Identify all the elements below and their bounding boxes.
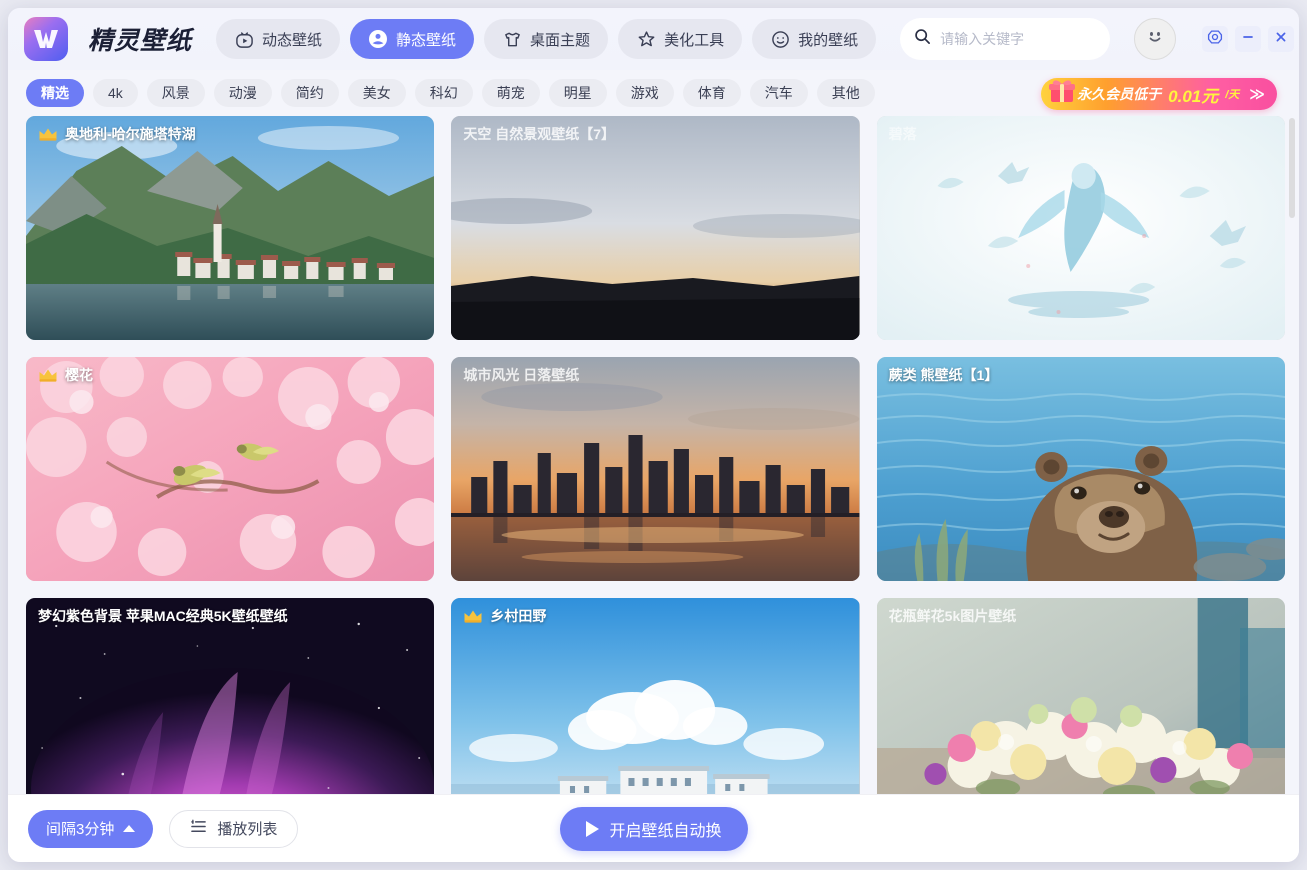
tab-my-wallpaper[interactable]: 我的壁纸 bbox=[752, 19, 877, 59]
wallpaper-thumbnail bbox=[876, 598, 1285, 794]
tab-label: 桌面主题 bbox=[530, 31, 591, 49]
search-box[interactable] bbox=[900, 18, 1111, 60]
tab-label: 动态壁纸 bbox=[262, 31, 323, 49]
gift-box-icon bbox=[1045, 74, 1079, 108]
app-window: 精灵壁纸 动态壁纸 静态壁纸 桌面主题 美化工具 我的壁纸 请输入关键字 精选 … bbox=[8, 8, 1299, 862]
search-icon bbox=[914, 28, 931, 50]
category-chip-sports[interactable]: 体育 bbox=[682, 79, 741, 107]
page-title: 精灵壁纸 bbox=[88, 27, 193, 55]
gear-icon bbox=[1207, 29, 1223, 50]
category-filter-bar: 精选 4k 风景 动漫 简约 美女 科幻 萌宠 明星 游戏 体育 汽车 其他 永… bbox=[8, 70, 1299, 116]
category-chip-featured[interactable]: 精选 bbox=[26, 79, 84, 107]
category-chip-other[interactable]: 其他 bbox=[816, 79, 875, 107]
avatar[interactable] bbox=[1134, 18, 1177, 60]
wallpaper-thumbnail bbox=[451, 598, 860, 794]
vip-promo-banner[interactable]: 永久会员低于 0.01元 /天 ≫ bbox=[1041, 78, 1277, 110]
wallpaper-card[interactable]: 天空 自然景观壁纸【7】 bbox=[451, 116, 860, 340]
wallpaper-card[interactable]: 奥地利-哈尔施塔特湖 bbox=[26, 116, 435, 340]
wallpaper-grid: 奥地利-哈尔施塔特湖 天空 自然景观壁纸【7】 碧落 樱花 城市风光 日落壁纸 … bbox=[26, 116, 1285, 794]
wallpaper-card[interactable]: 樱花 bbox=[26, 357, 435, 581]
search-input[interactable] bbox=[940, 31, 1097, 47]
wallpaper-thumbnail bbox=[451, 357, 860, 581]
list-icon bbox=[190, 819, 207, 838]
minimize-icon bbox=[1241, 30, 1255, 49]
app-logo bbox=[24, 17, 68, 61]
window-controls bbox=[1202, 26, 1295, 52]
vip-banner-text: 永久会员低于 bbox=[1077, 86, 1162, 102]
category-chip-scifi[interactable]: 科幻 bbox=[414, 79, 473, 107]
category-chip-cars[interactable]: 汽车 bbox=[749, 79, 808, 107]
tab-live-wallpaper[interactable]: 动态壁纸 bbox=[216, 19, 341, 59]
wallpaper-thumbnail bbox=[876, 116, 1285, 340]
tab-label: 我的壁纸 bbox=[798, 31, 859, 49]
category-chip-minimal[interactable]: 简约 bbox=[280, 79, 339, 107]
playlist-label: 播放列表 bbox=[217, 821, 278, 838]
start-auto-change-button[interactable]: 开启壁纸自动换 bbox=[559, 806, 748, 851]
my-wallpaper-icon bbox=[770, 29, 790, 49]
wallpaper-card[interactable]: 蕨类 熊壁纸【1】 bbox=[876, 357, 1285, 581]
wallpaper-card[interactable]: 城市风光 日落壁纸 bbox=[451, 357, 860, 581]
vip-banner-price: 0.01元 bbox=[1168, 86, 1219, 106]
wallpaper-card[interactable]: 碧落 bbox=[876, 116, 1285, 340]
category-chip-beauty[interactable]: 美女 bbox=[347, 79, 406, 107]
app-header: 精灵壁纸 动态壁纸 静态壁纸 桌面主题 美化工具 我的壁纸 请输入关键字 bbox=[8, 8, 1299, 70]
playlist-button[interactable]: 播放列表 bbox=[169, 809, 299, 848]
wallpaper-thumbnail bbox=[26, 116, 435, 340]
interval-label: 间隔3分钟 bbox=[46, 821, 115, 838]
interval-button[interactable]: 间隔3分钟 bbox=[28, 809, 154, 848]
start-label: 开启壁纸自动换 bbox=[609, 822, 722, 840]
wallpaper-card[interactable]: 花瓶鲜花5k图片壁纸 bbox=[876, 598, 1285, 794]
close-icon bbox=[1274, 30, 1288, 49]
caret-up-icon bbox=[123, 825, 136, 832]
category-chip-4k[interactable]: 4k bbox=[93, 79, 138, 107]
category-chip-pets[interactable]: 萌宠 bbox=[481, 79, 540, 107]
close-button[interactable] bbox=[1268, 26, 1295, 52]
tab-desktop-theme[interactable]: 桌面主题 bbox=[484, 19, 609, 59]
scrollbar-thumb[interactable] bbox=[1289, 118, 1295, 218]
category-chip-games[interactable]: 游戏 bbox=[615, 79, 674, 107]
w-logo-icon bbox=[33, 28, 59, 50]
wallpaper-thumbnail bbox=[451, 116, 860, 340]
chevron-right-icon: ≫ bbox=[1249, 86, 1265, 103]
main-nav-tabs: 动态壁纸 静态壁纸 桌面主题 美化工具 我的壁纸 bbox=[216, 19, 877, 59]
minimize-button[interactable] bbox=[1235, 26, 1262, 52]
wallpaper-thumbnail bbox=[26, 598, 435, 794]
bottom-toolbar: 间隔3分钟 播放列表 开启壁纸自动换 bbox=[8, 794, 1299, 862]
desktop-theme-icon bbox=[502, 29, 522, 49]
tab-label: 美化工具 bbox=[664, 31, 725, 49]
tab-beautify-tool[interactable]: 美化工具 bbox=[618, 19, 743, 59]
play-icon bbox=[585, 820, 599, 837]
settings-button[interactable] bbox=[1202, 26, 1229, 52]
wallpaper-grid-scroll: 奥地利-哈尔施塔特湖 天空 自然景观壁纸【7】 碧落 樱花 城市风光 日落壁纸 … bbox=[8, 116, 1299, 794]
tab-static-wallpaper[interactable]: 静态壁纸 bbox=[350, 19, 475, 59]
tab-label: 静态壁纸 bbox=[396, 31, 457, 49]
live-wallpaper-icon bbox=[234, 29, 254, 49]
vertical-scrollbar[interactable] bbox=[1289, 116, 1295, 794]
beautify-tool-icon bbox=[636, 29, 656, 49]
wallpaper-card[interactable]: 梦幻紫色背景 苹果MAC经典5K壁纸壁纸 bbox=[26, 598, 435, 794]
wallpaper-thumbnail bbox=[26, 357, 435, 581]
category-chip-scenery[interactable]: 风景 bbox=[146, 79, 205, 107]
category-chip-anime[interactable]: 动漫 bbox=[213, 79, 272, 107]
wallpaper-card[interactable]: 乡村田野 bbox=[451, 598, 860, 794]
wallpaper-thumbnail bbox=[876, 357, 1285, 581]
vip-banner-unit: /天 bbox=[1225, 89, 1240, 101]
smiley-avatar-icon bbox=[1142, 24, 1168, 55]
static-wallpaper-icon bbox=[368, 29, 388, 49]
category-chip-celebrity[interactable]: 明星 bbox=[548, 79, 607, 107]
